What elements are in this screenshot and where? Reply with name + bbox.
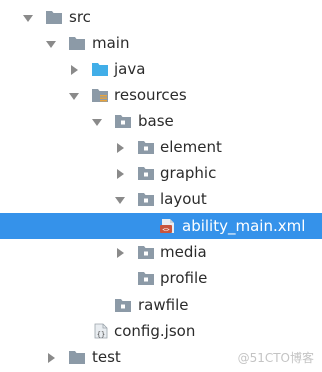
tree-item-resources[interactable]: resources [0, 82, 322, 108]
tree-item-profile[interactable]: profile [0, 265, 322, 291]
tree-item-label: main [92, 34, 130, 52]
folder-icon [138, 167, 154, 180]
tree-item-label: src [69, 8, 91, 26]
svg-text:{}: {} [97, 331, 105, 339]
chevron-right-icon[interactable] [68, 64, 80, 76]
folder-icon [138, 141, 154, 154]
tree-item-label: test [92, 348, 121, 366]
chevron-right-icon[interactable] [114, 142, 126, 154]
tree-item-label: profile [160, 269, 208, 287]
resources-folder-icon [92, 89, 108, 102]
folder-icon [115, 299, 131, 312]
watermark: @51CTO博客 [237, 351, 314, 365]
tree-item-rawfile[interactable]: rawfile [0, 292, 322, 318]
chevron-down-icon[interactable] [91, 116, 103, 128]
chevron-down-icon[interactable] [68, 90, 80, 102]
tree-item-layout[interactable]: layout [0, 186, 322, 212]
chevron-down-icon[interactable] [114, 194, 126, 206]
tree-item-label: ability_main.xml [182, 217, 306, 235]
tree-item-ability-main-xml[interactable]: <> ability_main.xml [0, 213, 322, 239]
tree-item-label: config.json [114, 322, 196, 340]
project-tree: src main java resources base element gra… [0, 0, 322, 372]
tree-item-label: graphic [160, 164, 217, 182]
tree-item-main[interactable]: main [0, 30, 322, 56]
tree-item-src[interactable]: src [0, 4, 322, 30]
chevron-right-icon[interactable] [45, 352, 57, 364]
tree-item-element[interactable]: element [0, 134, 322, 160]
chevron-down-icon[interactable] [45, 38, 57, 50]
tree-item-label: layout [160, 190, 207, 208]
tree-item-label: media [160, 243, 207, 261]
folder-icon [115, 115, 131, 128]
tree-item-config-json[interactable]: {} config.json [0, 318, 322, 344]
folder-icon [69, 351, 85, 364]
tree-item-label: element [160, 138, 222, 156]
tree-item-media[interactable]: media [0, 239, 322, 265]
chevron-right-icon[interactable] [114, 168, 126, 180]
tree-item-graphic[interactable]: graphic [0, 160, 322, 186]
tree-item-java[interactable]: java [0, 56, 322, 82]
json-file-icon: {} [94, 323, 108, 339]
folder-icon [138, 193, 154, 206]
svg-text:<>: <> [162, 227, 170, 234]
folder-icon [46, 11, 62, 24]
tree-item-label: java [114, 60, 146, 78]
folder-icon [138, 272, 154, 285]
java-folder-icon [92, 63, 108, 76]
chevron-down-icon[interactable] [22, 12, 34, 24]
tree-item-label: resources [114, 86, 187, 104]
tree-item-base[interactable]: base [0, 108, 322, 134]
tree-item-label: rawfile [138, 296, 189, 314]
folder-icon [138, 246, 154, 259]
tree-item-label: base [138, 112, 174, 130]
folder-icon [69, 37, 85, 50]
xml-file-icon: <> [160, 219, 174, 234]
chevron-right-icon[interactable] [114, 247, 126, 259]
